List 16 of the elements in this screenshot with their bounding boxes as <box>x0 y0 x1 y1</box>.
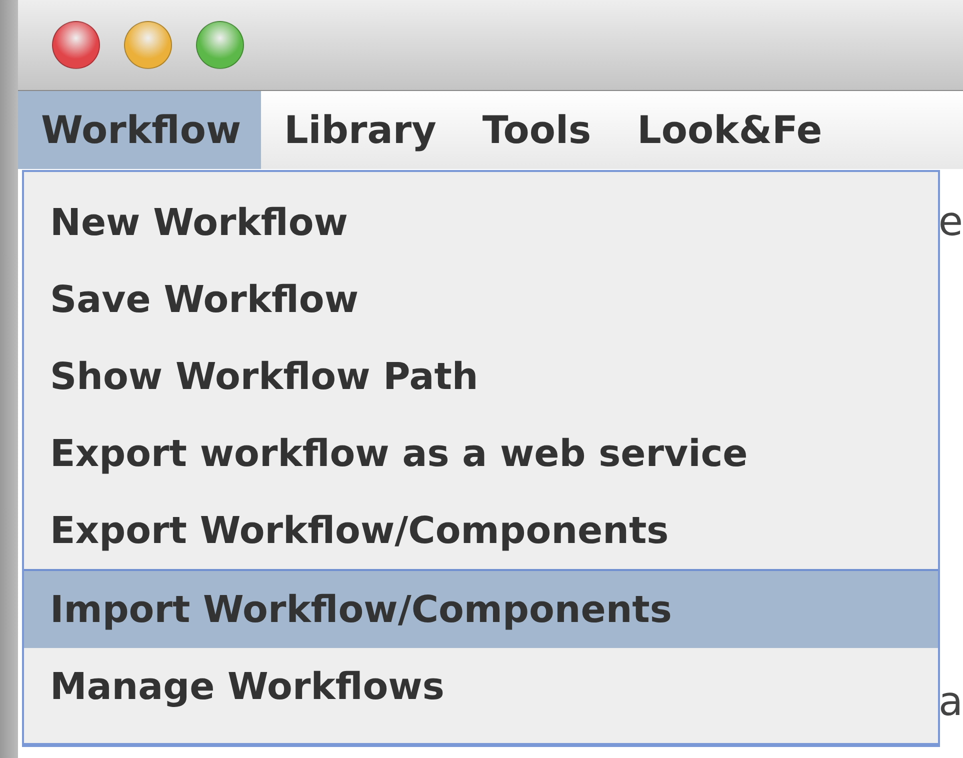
menu-item[interactable]: Import Workflow/Components <box>24 569 938 648</box>
menu-title[interactable]: Library <box>261 91 460 169</box>
menu-item[interactable]: Export workflow as a web service <box>24 415 938 492</box>
background-text: e <box>938 199 963 245</box>
menu-item[interactable]: Save Workflow <box>24 261 938 338</box>
menu-title[interactable]: Tools <box>459 91 614 169</box>
menu-item[interactable]: Export Workflow/Components <box>24 492 938 569</box>
zoom-button[interactable] <box>196 21 244 69</box>
minimize-button[interactable] <box>124 21 172 69</box>
menu-title[interactable]: Workflow <box>18 91 262 169</box>
menu-item[interactable]: Manage Workflows <box>24 648 938 725</box>
background-text: a <box>938 679 963 725</box>
close-button[interactable] <box>52 21 100 69</box>
menu-title[interactable]: Look&Fe <box>614 91 846 169</box>
menu-item[interactable]: Show Workflow Path <box>24 338 938 415</box>
menu-item[interactable]: New Workflow <box>24 184 938 261</box>
